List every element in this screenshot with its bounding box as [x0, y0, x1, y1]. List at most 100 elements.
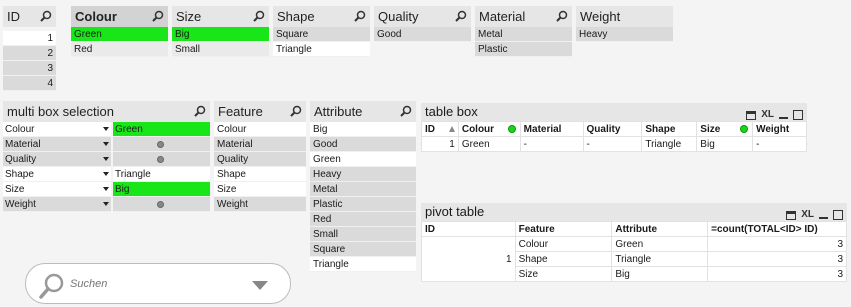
chevron-down-icon[interactable]: [252, 281, 268, 290]
column-header-material[interactable]: Material: [519, 121, 584, 137]
search-icon[interactable]: [400, 105, 412, 117]
list-item[interactable]: Big: [310, 122, 416, 137]
chevron-down-icon[interactable]: [103, 142, 109, 146]
search-icon[interactable]: [354, 10, 366, 22]
list-item[interactable]: 3: [3, 61, 56, 76]
search-icon[interactable]: [455, 10, 467, 22]
column-header-colour[interactable]: Colour: [457, 121, 521, 137]
list-item[interactable]: Quality: [214, 152, 306, 167]
maximize-icon[interactable]: [793, 110, 803, 120]
list-item[interactable]: Triangle: [273, 42, 370, 57]
multibox-field-weight[interactable]: Weight: [3, 197, 111, 212]
multibox-value-material[interactable]: [113, 137, 210, 152]
multibox-value-size[interactable]: Big: [113, 182, 210, 197]
table-row[interactable]: 1 Green - - Triangle Big -: [421, 136, 807, 152]
column-header-attribute[interactable]: Attribute: [611, 221, 709, 237]
listbox-weight-caption[interactable]: Weight: [576, 6, 673, 27]
chevron-down-icon[interactable]: [103, 127, 109, 131]
multibox-caption[interactable]: multi box selection: [3, 101, 210, 122]
table-cell[interactable]: Triangle: [611, 251, 709, 267]
listbox-size-caption[interactable]: Size: [172, 6, 269, 27]
list-item[interactable]: Red: [71, 42, 168, 57]
chevron-down-icon[interactable]: [103, 202, 109, 206]
list-item[interactable]: 2: [3, 46, 56, 61]
list-item[interactable]: Shape: [214, 167, 306, 182]
chevron-down-icon[interactable]: [103, 187, 109, 191]
table-cell[interactable]: Colour: [514, 236, 613, 252]
search-icon[interactable]: [152, 10, 164, 22]
list-item[interactable]: Plastic: [475, 42, 572, 57]
search-input[interactable]: [70, 275, 240, 293]
column-header-weight[interactable]: Weight: [752, 121, 807, 137]
column-header-expression[interactable]: =count(TOTAL<ID> ID): [707, 221, 847, 237]
listbox-quality-caption[interactable]: Quality: [374, 6, 471, 27]
maximize-icon[interactable]: [833, 210, 843, 220]
list-item[interactable]: Red: [310, 212, 416, 227]
search-icon[interactable]: [556, 10, 568, 22]
multibox-value-shape[interactable]: Triangle: [113, 167, 210, 182]
table-cell[interactable]: Big: [611, 266, 709, 282]
list-item[interactable]: Small: [172, 42, 269, 57]
search-icon[interactable]: [253, 10, 265, 22]
multibox-value-weight[interactable]: [113, 197, 210, 212]
print-icon[interactable]: [746, 110, 757, 120]
minimize-icon[interactable]: [819, 217, 828, 219]
listbox-id-caption[interactable]: ID: [3, 6, 56, 27]
list-item[interactable]: Material: [214, 137, 306, 152]
search-icon[interactable]: [290, 105, 302, 117]
column-header-quality[interactable]: Quality: [582, 121, 643, 137]
list-item[interactable]: Triangle: [310, 257, 416, 272]
table-cell[interactable]: Size: [514, 266, 613, 282]
listbox-material-caption[interactable]: Material: [475, 6, 572, 27]
print-icon[interactable]: [786, 210, 797, 220]
table-cell[interactable]: -: [582, 136, 643, 152]
chevron-down-icon[interactable]: [103, 172, 109, 176]
table-cell[interactable]: Shape: [514, 251, 613, 267]
listbox-feature-caption[interactable]: Feature: [214, 101, 306, 122]
column-header-id[interactable]: ID: [421, 121, 459, 137]
multibox-field-material[interactable]: Material: [3, 137, 111, 152]
multibox-field-size[interactable]: Size: [3, 182, 111, 197]
list-item[interactable]: Good: [374, 27, 471, 42]
list-item[interactable]: Size: [214, 182, 306, 197]
multibox-field-colour[interactable]: Colour: [3, 122, 111, 137]
listbox-colour-caption[interactable]: Colour: [71, 6, 168, 27]
minimize-icon[interactable]: [779, 117, 788, 119]
multibox-value-quality[interactable]: [113, 152, 210, 167]
listbox-shape-caption[interactable]: Shape: [273, 6, 370, 27]
table-cell[interactable]: 3: [707, 251, 847, 267]
list-item[interactable]: Heavy: [576, 27, 673, 42]
pivot-table-caption[interactable]: pivot table XL: [421, 203, 847, 221]
table-cell[interactable]: 3: [707, 236, 847, 252]
column-header-feature[interactable]: Feature: [514, 221, 613, 237]
list-item[interactable]: Square: [273, 27, 370, 42]
table-cell[interactable]: -: [519, 136, 584, 152]
list-item[interactable]: Weight: [214, 197, 306, 212]
table-cell[interactable]: Green: [457, 136, 521, 152]
list-item[interactable]: Green: [310, 152, 416, 167]
table-cell[interactable]: Triangle: [641, 136, 698, 152]
search-icon[interactable]: [40, 10, 52, 22]
table-row[interactable]: 1 Colour Green 3: [421, 236, 847, 282]
list-item[interactable]: 4: [3, 76, 56, 91]
multibox-value-colour[interactable]: Green: [113, 122, 210, 137]
table-cell[interactable]: -: [752, 136, 807, 152]
pivot-id-cell[interactable]: 1: [421, 236, 516, 282]
table-cell[interactable]: 3: [707, 266, 847, 282]
table-cell[interactable]: Big: [696, 136, 754, 152]
list-item[interactable]: Good: [310, 137, 416, 152]
multibox-field-quality[interactable]: Quality: [3, 152, 111, 167]
table-box-caption[interactable]: table box XL: [421, 103, 807, 121]
list-item[interactable]: Green: [71, 27, 168, 42]
list-item[interactable]: Plastic: [310, 197, 416, 212]
search-box[interactable]: [25, 263, 291, 304]
search-icon[interactable]: [194, 105, 206, 117]
column-header-shape[interactable]: Shape: [641, 121, 698, 137]
list-item[interactable]: Metal: [310, 182, 416, 197]
table-cell[interactable]: 1: [421, 136, 459, 152]
list-item[interactable]: Big: [172, 27, 269, 42]
list-item[interactable]: Heavy: [310, 167, 416, 182]
column-header-size[interactable]: Size: [696, 121, 754, 137]
list-item[interactable]: Square: [310, 242, 416, 257]
chevron-down-icon[interactable]: [103, 157, 109, 161]
